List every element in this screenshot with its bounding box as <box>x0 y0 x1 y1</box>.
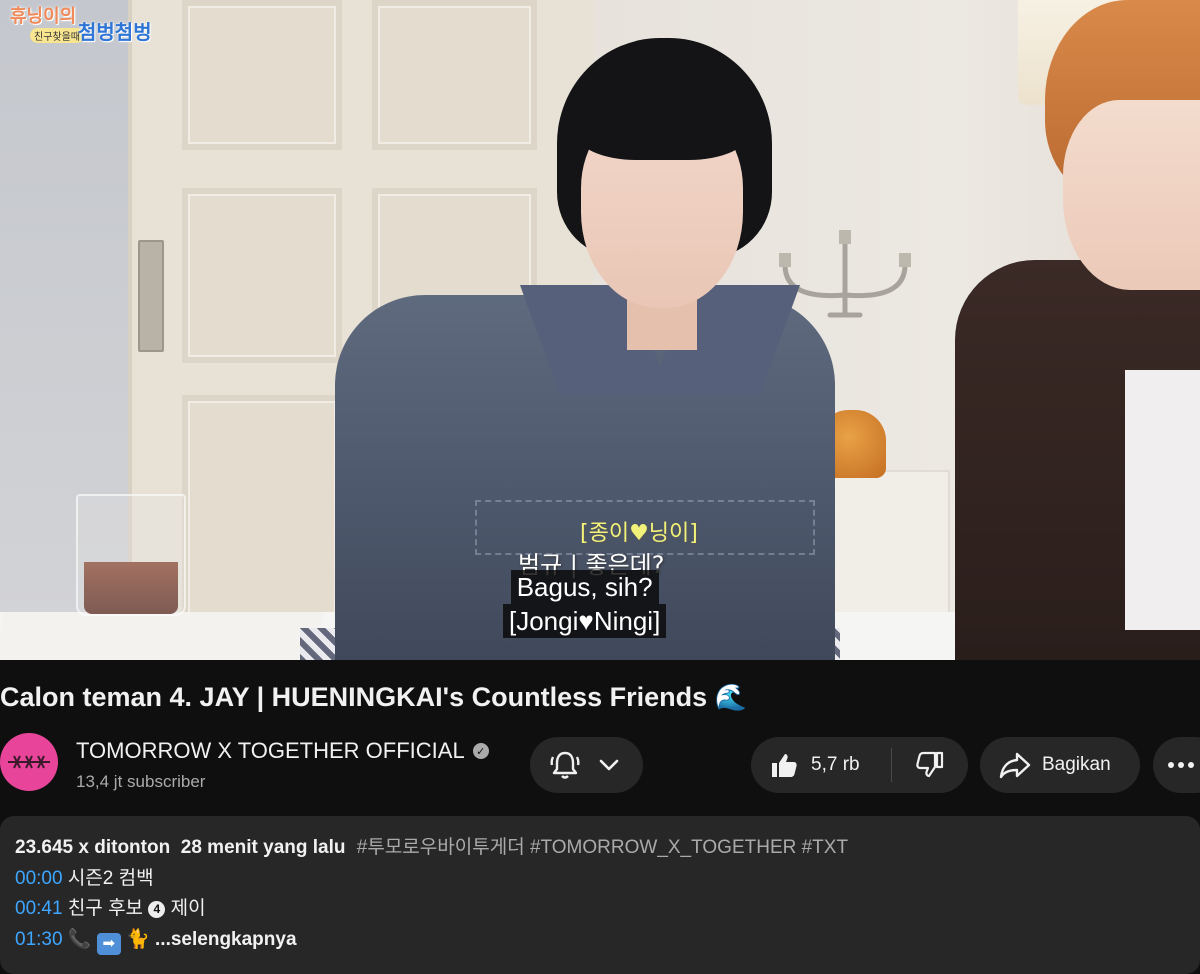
like-dislike-group: 5,7 rb <box>751 737 968 793</box>
description-box[interactable]: 23.645 x ditonton 28 menit yang lalu #투모… <box>0 816 1200 974</box>
chapter-timestamp[interactable]: 01:30 <box>15 929 63 950</box>
channel-name-link[interactable]: TOMORROW X TOGETHER OFFICIAL ✓ <box>76 738 489 764</box>
notification-button[interactable] <box>530 737 643 793</box>
white-shirt <box>1125 370 1200 630</box>
face <box>1063 100 1200 290</box>
share-label: Bagikan <box>1042 754 1111 775</box>
show-logo-line3: 첨벙첨벙 <box>78 20 152 44</box>
door-panel <box>182 395 342 625</box>
door-panel <box>182 188 342 363</box>
thumbs-down-icon <box>916 751 944 778</box>
side-drawer <box>815 470 950 620</box>
like-count: 5,7 rb <box>811 754 860 775</box>
bell-icon <box>550 751 580 779</box>
show-more-link[interactable]: ...selengkapnya <box>155 929 297 950</box>
video-title: Calon teman 4. JAY | HUENINGKAI's Countl… <box>0 682 747 713</box>
description-meta-line: 23.645 x ditonton 28 menit yang lalu #투모… <box>15 833 1185 864</box>
channel-avatar[interactable] <box>0 733 58 791</box>
telephone-emoji: 📞 <box>67 928 92 950</box>
upload-time: 28 menit yang lalu <box>180 837 346 858</box>
right-arrow-emoji: ➡ <box>96 932 121 955</box>
subscriber-count: 13,4 jt subscriber <box>76 772 206 791</box>
more-actions-button[interactable] <box>1153 737 1200 793</box>
channel-name[interactable]: TOMORROW X TOGETHER OFFICIAL <box>76 738 465 764</box>
show-logo-line2: 친구찾을때 <box>30 28 84 43</box>
closed-caption: Bagus, sih? [Jongi♥Ningi] <box>503 570 667 638</box>
chapter-line: 00:41 친구 후보 4 제이 <box>15 894 1185 925</box>
thumbs-up-icon <box>772 754 797 777</box>
paper-sheet <box>0 612 324 660</box>
video-player[interactable]: 휴닝이의 친구찾을때 첨벙첨벙 [종이♥닝이] 범규 | 좋은데? Bagus,… <box>0 0 1200 660</box>
chapter-timestamp[interactable]: 00:00 <box>15 868 63 889</box>
chapter-text: 친구 후보 <box>67 898 144 919</box>
video-title-text: Calon teman 4. JAY | HUENINGKAI's Countl… <box>0 682 708 712</box>
number-circle-icon: 4 <box>148 901 166 918</box>
hashtags[interactable]: #투모로우바이투게더 #TOMORROW_X_TOGETHER #TXT <box>357 837 848 858</box>
door-panel <box>182 0 342 150</box>
burned-subtitle-speaker: [종이♥닝이] <box>580 521 698 546</box>
person-right <box>955 0 1200 660</box>
like-button[interactable]: 5,7 rb <box>751 737 891 793</box>
share-arrow-icon <box>999 752 1031 779</box>
chapter-line: 01:30 📞 ➡ 🐈 ...selengkapnya <box>15 925 1185 956</box>
chapter-line: 00:00 시즌2 컴백 <box>15 864 1185 895</box>
txt-logo-icon <box>8 755 50 769</box>
hair-fringe <box>575 80 750 160</box>
wave-emoji: 🌊 <box>714 682 748 712</box>
cat-emoji: 🐈 <box>126 928 150 950</box>
dislike-button[interactable] <box>892 737 968 793</box>
verified-check-icon: ✓ <box>472 743 489 759</box>
view-count: 23.645 x ditonton <box>15 837 171 858</box>
caption-line: Bagus, sih? <box>510 570 659 604</box>
door-hinge <box>138 240 164 352</box>
chevron-down-icon <box>599 759 619 771</box>
chapter-text: 제이 <box>170 898 206 919</box>
chapter-text: 시즌2 컴백 <box>67 867 154 889</box>
show-logo: 휴닝이의 친구찾을때 첨벙첨벙 <box>10 2 160 44</box>
caption-line: [Jongi♥Ningi] <box>503 604 667 638</box>
plastic-cup <box>76 494 186 616</box>
chapter-timestamp[interactable]: 00:41 <box>15 898 63 919</box>
share-button[interactable]: Bagikan <box>980 737 1140 793</box>
more-horizontal-icon <box>1168 762 1194 768</box>
show-logo-line1: 휴닝이의 <box>10 6 77 27</box>
